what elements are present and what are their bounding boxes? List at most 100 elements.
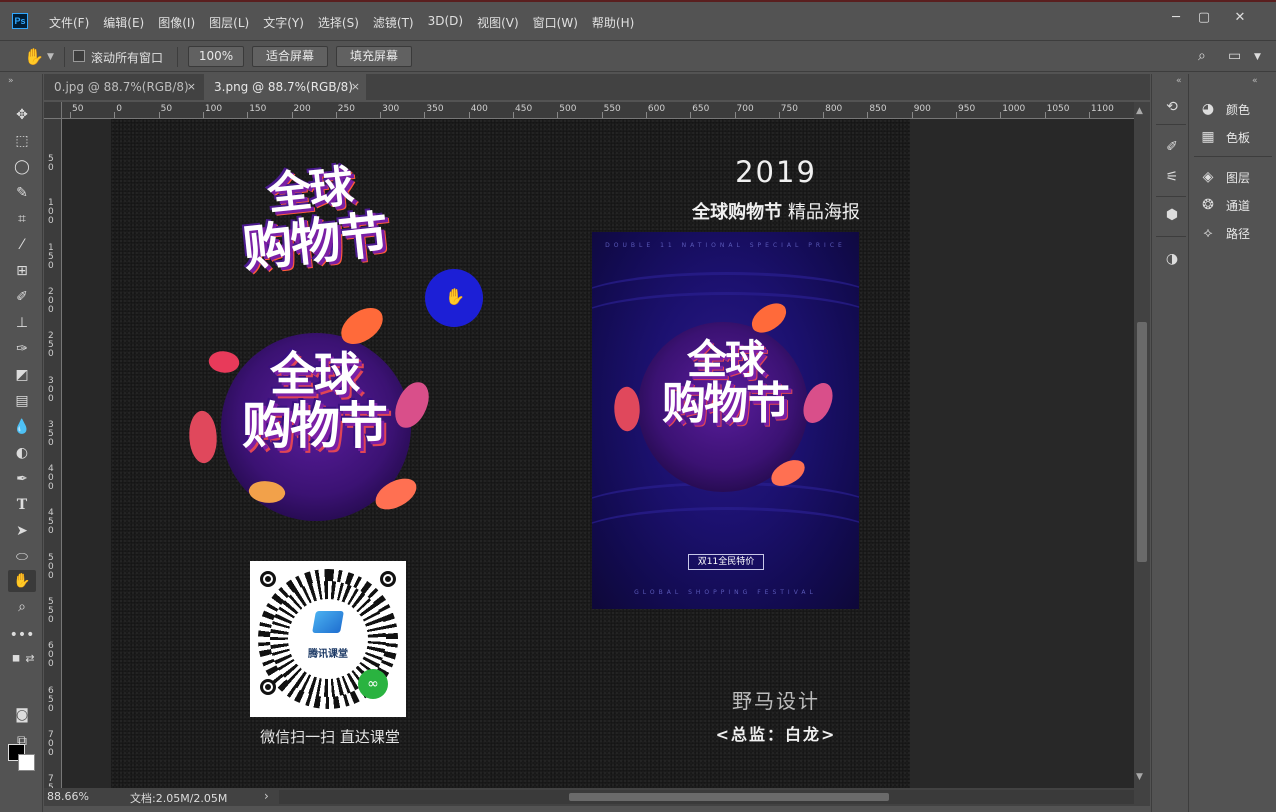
quick-mask-icon[interactable]: ◙ xyxy=(8,704,36,726)
ruler-tick-label: 100 xyxy=(204,104,223,114)
vertical-ruler[interactable]: 50 100 150 200 250 300 350 400 450 500 550 600 650 70… xyxy=(44,119,62,788)
swap-colors-icon[interactable]: ⇄ xyxy=(16,648,44,670)
fill-screen-button[interactable]: 填充屏幕 xyxy=(336,46,412,67)
ruler-tick-label: 350 xyxy=(48,419,54,448)
panel-color[interactable]: ◕ 颜色 xyxy=(1198,98,1250,120)
ruler-tick xyxy=(601,112,603,118)
stamp-tool-icon[interactable]: ⊥ xyxy=(8,312,36,334)
tab-0-jpg[interactable]: 0.jpg @ 88.7%(RGB/8) × xyxy=(44,74,202,100)
scroll-thumb[interactable] xyxy=(1137,322,1147,562)
ellipse-tool-icon[interactable]: ⬭ xyxy=(8,546,36,568)
status-menu-chevron-icon[interactable]: › xyxy=(264,789,269,803)
history-brush-tool-icon[interactable]: ✑ xyxy=(8,338,36,360)
ruler-tick-label: 550 xyxy=(603,104,621,114)
quick-select-tool-icon[interactable]: ✎ xyxy=(8,182,36,204)
panel-layers[interactable]: ◈ 图层 xyxy=(1198,166,1250,188)
screen-mode-icon[interactable]: ⧉ xyxy=(8,730,36,752)
panel-paths[interactable]: ⟡ 路径 xyxy=(1198,222,1250,244)
3d-panel-icon[interactable]: ⬢ xyxy=(1161,204,1183,226)
ruler-tick-label: 450 xyxy=(48,508,54,537)
ruler-tick xyxy=(690,112,692,118)
ruler-tick-label: 1050 xyxy=(1046,104,1070,114)
adjustments-panel-icon[interactable]: ⚟ xyxy=(1161,166,1183,188)
search-icon[interactable]: ⌕ xyxy=(1198,48,1206,64)
document-canvas[interactable]: 全球 购物节 ✋ 全球 购物节 腾讯课堂 ∞ 微信扫一扫 直达课堂 2019 全… xyxy=(111,119,910,788)
menu-window[interactable]: 窗口(W) xyxy=(529,14,582,31)
healing-brush-tool-icon[interactable]: ⊞ xyxy=(8,260,36,282)
ruler-tick xyxy=(823,112,825,118)
dodge-tool-icon[interactable]: ◐ xyxy=(8,442,36,464)
menu-edit[interactable]: 编辑(E) xyxy=(99,14,148,31)
logo-small: 全球 购物节 xyxy=(213,159,416,308)
lasso-tool-icon[interactable]: ◯ xyxy=(8,156,36,178)
eyedropper-tool-icon[interactable]: ⁄ xyxy=(8,234,36,256)
vertical-scrollbar[interactable]: ▲ ▼ xyxy=(1134,102,1150,788)
panel-label: 颜色 xyxy=(1226,102,1251,117)
hand-tool-icon[interactable]: ✋ xyxy=(8,570,36,592)
zoom-tool-icon[interactable]: ⌕ xyxy=(8,596,36,618)
collapse-toolbar-icon[interactable]: » xyxy=(8,76,14,86)
more-tools-icon[interactable]: ••• xyxy=(8,624,36,646)
gradient-tool-icon[interactable]: ▤ xyxy=(8,390,36,412)
logo-line-1: 全球 xyxy=(687,337,765,383)
collapse-dock-icon[interactable]: « xyxy=(1176,76,1182,86)
tab-3-png[interactable]: 3.png @ 88.7%(RGB/8) × xyxy=(204,74,366,100)
hand-tool-icon[interactable]: ✋ xyxy=(24,47,44,66)
panel-swatches[interactable]: ▦ 色板 xyxy=(1198,126,1250,148)
horizontal-ruler[interactable]: 50 0 50 100 150 200 250 300 350 400 450 500 550 600 65… xyxy=(62,102,1134,119)
scroll-up-icon[interactable]: ▲ xyxy=(1136,106,1143,116)
workspace-chevron-icon[interactable]: ▼ xyxy=(1254,52,1261,62)
history-panel-icon[interactable]: ⟲ xyxy=(1161,96,1183,118)
brush-tool-icon[interactable]: ✐ xyxy=(8,286,36,308)
eraser-tool-icon[interactable]: ◩ xyxy=(8,364,36,386)
collapse-panels-icon[interactable]: « xyxy=(1252,76,1258,86)
close-tab-icon[interactable]: × xyxy=(351,74,360,100)
close-tab-icon[interactable]: × xyxy=(187,74,196,100)
tool-preset-chevron-icon[interactable]: ▼ xyxy=(47,52,54,62)
zoom-100-button[interactable]: 100% xyxy=(188,46,244,67)
pen-tool-icon[interactable]: ✒ xyxy=(8,468,36,490)
background-color-swatch[interactable] xyxy=(18,754,35,771)
close-icon[interactable]: ✕ xyxy=(1226,10,1254,25)
zoom-level[interactable]: 88.66% xyxy=(47,790,89,803)
subtitle-bold: 全球购物节 xyxy=(692,202,783,223)
panel-label: 图层 xyxy=(1226,170,1251,185)
scroll-all-windows-checkbox[interactable] xyxy=(73,50,85,62)
mini-program-icon: ∞ xyxy=(358,669,388,699)
scroll-thumb[interactable] xyxy=(569,793,889,801)
restore-icon[interactable]: ▢ xyxy=(1190,10,1218,25)
menu-view[interactable]: 视图(V) xyxy=(473,14,523,31)
ruler-tick-label: 150 xyxy=(48,242,54,271)
type-tool-icon[interactable]: T xyxy=(8,494,36,516)
move-tool-icon[interactable]: ✥ xyxy=(8,104,36,126)
panel-channels[interactable]: ❂ 通道 xyxy=(1198,194,1250,216)
ruler-corner[interactable] xyxy=(44,102,62,119)
menu-type[interactable]: 文字(Y) xyxy=(259,14,308,31)
ruler-tick-label: 150 xyxy=(249,104,267,114)
workspace-icon[interactable]: ▭ xyxy=(1228,48,1241,64)
marquee-tool-icon[interactable]: ⬚ xyxy=(8,130,36,152)
menu-layer[interactable]: 图层(L) xyxy=(205,14,253,31)
menu-file[interactable]: 文件(F) xyxy=(45,14,93,31)
menu-filter[interactable]: 滤镜(T) xyxy=(369,14,418,31)
blur-tool-icon[interactable]: 💧 xyxy=(8,416,36,438)
brush-settings-panel-icon[interactable]: ✐ xyxy=(1161,136,1183,158)
divider xyxy=(177,47,178,67)
ruler-tick-label: 900 xyxy=(913,104,931,114)
menu-3d[interactable]: 3D(D) xyxy=(424,14,467,31)
menu-image[interactable]: 图像(I) xyxy=(154,14,199,31)
properties-panel-icon[interactable]: ◑ xyxy=(1161,248,1183,270)
menu-help[interactable]: 帮助(H) xyxy=(588,14,638,31)
menu-select[interactable]: 选择(S) xyxy=(314,14,363,31)
fit-screen-button[interactable]: 适合屏幕 xyxy=(252,46,328,67)
path-select-tool-icon[interactable]: ➤ xyxy=(8,520,36,542)
horizontal-scrollbar[interactable] xyxy=(279,790,1134,804)
minimize-icon[interactable]: ─ xyxy=(1162,10,1190,25)
qr-center: 腾讯课堂 xyxy=(288,599,368,679)
crop-tool-icon[interactable]: ⌗ xyxy=(8,208,36,230)
ruler-tick-label: 50 xyxy=(48,154,54,173)
canvas-area[interactable]: 全球 购物节 ✋ 全球 购物节 腾讯课堂 ∞ 微信扫一扫 直达课堂 2019 全… xyxy=(62,119,1134,788)
scroll-down-icon[interactable]: ▼ xyxy=(1136,772,1143,782)
ruler-tick-label: 350 xyxy=(426,104,444,114)
qr-eye xyxy=(260,679,276,695)
